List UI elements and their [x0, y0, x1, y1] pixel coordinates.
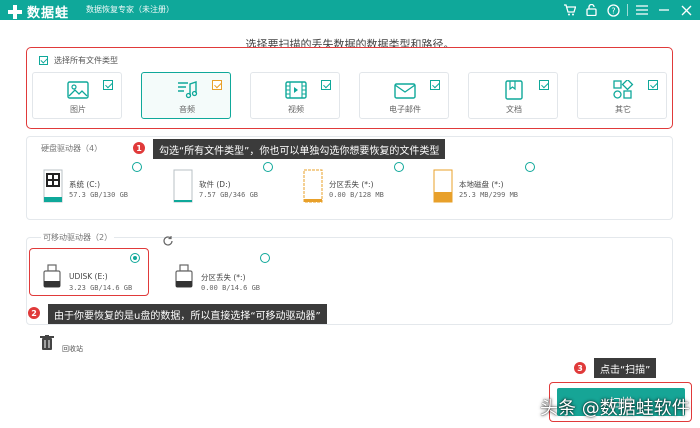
drive-name: 分区丢失 (*:): [201, 273, 246, 282]
recycle-bin-label[interactable]: 回收站: [62, 344, 83, 354]
drive-name: 本地磁盘 (*:): [459, 180, 504, 189]
logo-plus-icon: [8, 4, 22, 19]
minimize-icon[interactable]: [656, 2, 672, 18]
annotation-badge-2: 2: [27, 306, 41, 320]
type-card-video[interactable]: 视频: [250, 72, 340, 119]
document-icon: [503, 80, 525, 100]
type-card-document[interactable]: 文档: [468, 72, 558, 119]
annotation-1: 勾选“所有文件类型”，你也可以单独勾选你想要恢复的文件类型: [153, 139, 446, 159]
annotation-badge-3: 3: [573, 361, 587, 375]
checkbox-icon: [39, 56, 48, 65]
removable-drives-title: 可移动驱动器（2）: [41, 232, 115, 243]
type-label: 电子邮件: [389, 105, 421, 114]
type-card-image[interactable]: 图片: [32, 72, 122, 119]
type-checkbox[interactable]: [212, 80, 222, 90]
udisk-highlight-box: [29, 248, 149, 296]
svg-text:?: ?: [611, 6, 615, 15]
email-icon: [394, 80, 416, 100]
drive-size: 0.00 B/14.6 GB: [201, 284, 261, 292]
type-label: 图片: [70, 105, 86, 114]
drive-radio[interactable]: [260, 253, 270, 263]
title-bar: 数据蛙 数据恢复专家（未注册） ?: [0, 0, 700, 21]
drive-size: 57.3 GB/130 GB: [69, 191, 129, 199]
drive-item-usb-lost-partition[interactable]: 分区丢失 (*:) 0.00 B/14.6 GB: [175, 262, 285, 298]
window-controls: ?: [555, 2, 694, 18]
refresh-icon[interactable]: [162, 232, 174, 251]
drive-item-local-disk[interactable]: 本地磁盘 (*:) 25.3 MB/299 MB: [433, 169, 543, 205]
type-label: 文档: [506, 105, 522, 114]
type-checkbox[interactable]: [103, 80, 113, 90]
usb-drive-icon: [175, 264, 193, 292]
menu-icon[interactable]: [634, 2, 650, 18]
windows-drive-icon: [43, 169, 63, 207]
app-subtitle: 数据恢复专家（未注册）: [86, 5, 174, 14]
logo-text: 数据蛙: [27, 6, 70, 21]
annotation-badge-1: 1: [132, 141, 146, 155]
type-checkbox[interactable]: [539, 80, 549, 90]
type-card-other[interactable]: 其它: [577, 72, 667, 119]
select-all-checkbox[interactable]: 选择所有文件类型: [39, 55, 118, 66]
type-label: 其它: [615, 105, 631, 114]
cart-icon[interactable]: [561, 2, 577, 18]
drive-size: 0.00 B/128 MB: [329, 191, 384, 199]
other-icon: [612, 78, 634, 100]
drive-size: 7.57 GB/346 GB: [199, 191, 259, 199]
close-icon[interactable]: [678, 2, 694, 18]
drive-size: 25.3 MB/299 MB: [459, 191, 519, 199]
drive-item-c[interactable]: 系统 (C:) 57.3 GB/130 GB: [43, 169, 153, 205]
file-types-panel: 选择所有文件类型 图片 音频 视频 电子邮件 文档 其它: [26, 47, 673, 129]
select-all-label: 选择所有文件类型: [54, 56, 118, 65]
type-label: 音频: [179, 105, 195, 114]
app-logo: 数据蛙: [8, 2, 69, 21]
lost-partition-icon: [303, 169, 323, 207]
drive-name: 分区丢失 (*:): [329, 180, 374, 189]
type-card-email[interactable]: 电子邮件: [359, 72, 449, 119]
type-checkbox[interactable]: [430, 80, 440, 90]
video-icon: [285, 80, 307, 100]
drive-name: 系统 (C:): [69, 180, 100, 189]
help-icon[interactable]: ?: [605, 2, 621, 18]
type-checkbox[interactable]: [648, 80, 658, 90]
local-disk-icon: [433, 169, 453, 207]
drive-item-lost-partition[interactable]: 分区丢失 (*:) 0.00 B/128 MB: [303, 169, 413, 205]
drive-name: 软件 (D:): [199, 180, 231, 189]
annotation-3: 点击“扫描”: [594, 358, 657, 378]
type-card-audio[interactable]: 音频: [141, 72, 231, 119]
unlock-icon[interactable]: [583, 2, 599, 18]
annotation-2: 由于你要恢复的是u盘的数据，所以直接选择“可移动驱动器”: [48, 304, 327, 324]
type-checkbox[interactable]: [321, 80, 331, 90]
toolbar-separator: [627, 4, 628, 16]
trash-icon[interactable]: [40, 335, 54, 355]
image-icon: [67, 80, 89, 100]
drive-icon: [173, 169, 193, 207]
watermark-text: 头条 @数据蛙软件: [540, 398, 690, 419]
drive-item-d[interactable]: 软件 (D:) 7.57 GB/346 GB: [173, 169, 283, 205]
type-label: 视频: [288, 105, 304, 114]
hard-drives-title: 硬盘驱动器（4）: [41, 144, 103, 153]
audio-icon: [176, 80, 198, 100]
